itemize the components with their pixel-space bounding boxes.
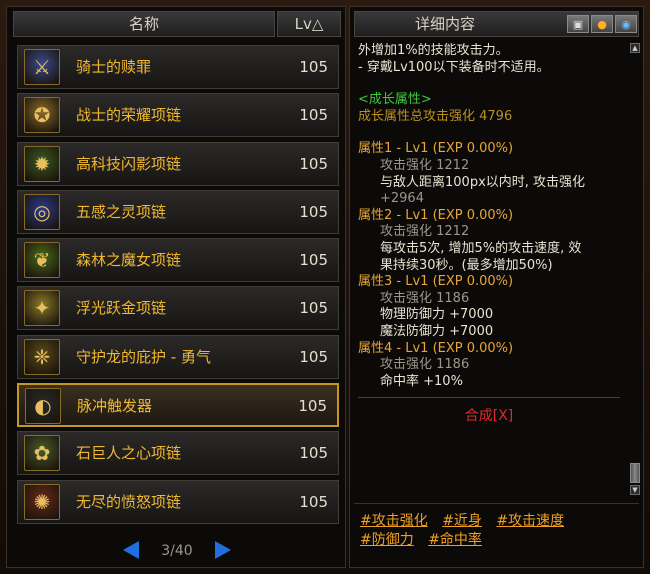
tag-box: #攻击强化 #近身 #攻击速度 #防御力 #命中率 bbox=[354, 503, 639, 563]
equipment-level: 105 bbox=[299, 444, 328, 463]
detail-line: 攻击强化 1212 bbox=[380, 157, 470, 173]
detail-line: 攻击强化 1186 bbox=[380, 357, 470, 373]
pagination: 3/40 bbox=[117, 539, 237, 563]
equipment-row[interactable]: ✪ 战士的荣耀项链 105 bbox=[17, 93, 339, 138]
detail-line: 果持续30秒。(最多增加50%) bbox=[380, 257, 553, 273]
equipment-row[interactable]: ✿ 石巨人之心项链 105 bbox=[17, 431, 339, 476]
keyword-tag[interactable]: #近身 bbox=[442, 513, 482, 529]
golem-heart-necklace-icon: ✿ bbox=[24, 435, 60, 472]
detail-divider bbox=[358, 397, 620, 399]
equipment-row[interactable]: ❦ 森林之魔女项链 105 bbox=[17, 238, 339, 283]
scroll-up-icon[interactable]: ▲ bbox=[630, 43, 640, 53]
detail-scrollbar[interactable]: ▲ ▼ bbox=[630, 43, 640, 495]
equipment-row[interactable]: ✦ 浮光跃金项链 105 bbox=[17, 286, 339, 331]
detail-line: 属性2 - Lv1 (EXP 0.00%) bbox=[358, 207, 514, 223]
warrior-necklace-icon: ✪ bbox=[24, 97, 60, 134]
detail-line: 命中率 +10% bbox=[380, 373, 463, 389]
equipment-level: 105 bbox=[299, 202, 328, 221]
page-indicator: 3/40 bbox=[161, 543, 193, 559]
column-header-name[interactable]: 名称 bbox=[13, 11, 275, 37]
equipment-level: 105 bbox=[299, 251, 328, 270]
endless-rage-necklace-icon: ✺ bbox=[24, 483, 60, 520]
location-pin-icon[interactable]: ● bbox=[591, 15, 613, 33]
dragon-necklace-icon: ❈ bbox=[24, 338, 60, 375]
armor-view-icon[interactable]: ▣ bbox=[567, 15, 589, 33]
detail-line: 外增加1%的技能攻击力。 bbox=[358, 43, 509, 58]
tech-necklace-icon: ✹ bbox=[24, 145, 60, 182]
scroll-thumb[interactable] bbox=[630, 463, 640, 483]
equipment-name: 脉冲触发器 bbox=[77, 397, 153, 416]
equipment-row[interactable]: ⚔ 骑士的赎罪 105 bbox=[17, 45, 339, 89]
equipment-name: 五感之灵项链 bbox=[76, 202, 167, 221]
detail-line: 与敌人距离100px以内时, 攻击强化 bbox=[380, 174, 586, 190]
equipment-level: 105 bbox=[299, 299, 328, 318]
equipment-name: 浮光跃金项链 bbox=[76, 299, 167, 318]
forest-witch-necklace-icon: ❦ bbox=[24, 242, 60, 279]
detail-line: 攻击强化 1212 bbox=[380, 224, 470, 240]
knight-necklace-icon: ⚔ bbox=[24, 49, 60, 85]
equipment-name: 骑士的赎罪 bbox=[76, 58, 152, 76]
equipment-name: 守护龙的庇护 - 勇气 bbox=[76, 347, 211, 366]
keyword-tag[interactable]: #攻击强化 bbox=[360, 513, 428, 529]
equipment-row[interactable]: ✹ 高科技闪影项链 105 bbox=[17, 141, 339, 186]
equipment-level: 105 bbox=[299, 492, 328, 511]
equipment-list: ⚔ 骑士的赎罪 105 ✪ 战士的荣耀项链 105 ✹ 高科技闪影项链 105 ◎ 五感之灵项链 10… bbox=[17, 45, 339, 528]
equipment-name: 石巨人之心项链 bbox=[76, 444, 182, 463]
keyword-tag[interactable]: #攻击速度 bbox=[496, 513, 564, 529]
detail-line: 魔法防御力 +7000 bbox=[380, 323, 494, 339]
keyword-tag[interactable]: #命中率 bbox=[428, 532, 482, 548]
detail-line: +2964 bbox=[380, 191, 424, 207]
synthesis-link[interactable]: 合成[X] bbox=[358, 408, 620, 425]
detail-line: 攻击强化 1186 bbox=[380, 290, 470, 306]
detail-content: 外增加1%的技能攻击力。 - 穿戴Lv100以下装备时不适用。 <成长属性> 成长属性… bbox=[358, 43, 626, 501]
equipment-level: 105 bbox=[298, 397, 327, 416]
equipment-row[interactable]: ◎ 五感之灵项链 105 bbox=[17, 189, 339, 234]
detail-line: 成长属性总攻击强化 4796 bbox=[358, 108, 513, 124]
equipment-row[interactable]: ◐ 脉冲触发器 105 bbox=[17, 383, 339, 428]
equipment-row[interactable]: ❈ 守护龙的庇护 - 勇气 105 bbox=[17, 334, 339, 379]
equipment-name: 战士的荣耀项链 bbox=[76, 106, 182, 125]
next-page-arrow-icon[interactable] bbox=[215, 541, 231, 559]
detail-header: 详细内容 ▣ ● ◉ bbox=[354, 11, 639, 37]
equipment-level: 105 bbox=[299, 58, 328, 76]
keyword-tag[interactable]: #防御力 bbox=[360, 532, 414, 548]
pulse-trigger-icon: ◐ bbox=[25, 388, 61, 425]
eye-icon[interactable]: ◉ bbox=[615, 15, 637, 33]
equipment-row[interactable]: ✺ 无尽的愤怒项链 105 bbox=[17, 479, 339, 524]
detail-line: 每攻击5次, 增加5%的攻击速度, 效 bbox=[380, 240, 582, 256]
detail-title: 详细内容 bbox=[415, 15, 476, 33]
golden-light-necklace-icon: ✦ bbox=[24, 290, 60, 327]
prev-page-arrow-icon[interactable] bbox=[123, 541, 139, 559]
detail-line: - 穿戴Lv100以下装备时不适用。 bbox=[358, 59, 550, 75]
detail-line: 属性3 - Lv1 (EXP 0.00%) bbox=[358, 274, 514, 290]
equipment-name: 森林之魔女项链 bbox=[76, 251, 182, 270]
detail-line: 属性1 - Lv1 (EXP 0.00%) bbox=[358, 141, 514, 157]
equipment-list-panel: 名称 Lv△ ⚔ 骑士的赎罪 105 ✪ 战士的荣耀项链 105 ✹ 高科技闪影项链 105 ◎ 五… bbox=[6, 6, 346, 568]
equipment-name: 高科技闪影项链 bbox=[76, 154, 182, 173]
equipment-level: 105 bbox=[299, 347, 328, 366]
equipment-name: 无尽的愤怒项链 bbox=[76, 492, 182, 511]
tag-list: #攻击强化 #近身 #攻击速度 #防御力 #命中率 bbox=[360, 512, 635, 550]
detail-line: 属性4 - Lv1 (EXP 0.00%) bbox=[358, 340, 514, 356]
game-window: 名称 Lv△ ⚔ 骑士的赎罪 105 ✪ 战士的荣耀项链 105 ✹ 高科技闪影项链 105 ◎ 五… bbox=[0, 0, 650, 574]
five-senses-necklace-icon: ◎ bbox=[24, 193, 60, 230]
equipment-level: 105 bbox=[299, 106, 328, 125]
equipment-level: 105 bbox=[299, 154, 328, 173]
scroll-down-icon[interactable]: ▼ bbox=[630, 485, 640, 495]
column-header-level[interactable]: Lv△ bbox=[277, 11, 341, 37]
detail-line: 物理防御力 +7000 bbox=[380, 307, 494, 323]
detail-line: <成长属性> bbox=[358, 92, 432, 108]
detail-panel: 详细内容 ▣ ● ◉ 外增加1%的技能攻击力。 - 穿戴Lv100以下装备时不适用… bbox=[349, 6, 644, 568]
